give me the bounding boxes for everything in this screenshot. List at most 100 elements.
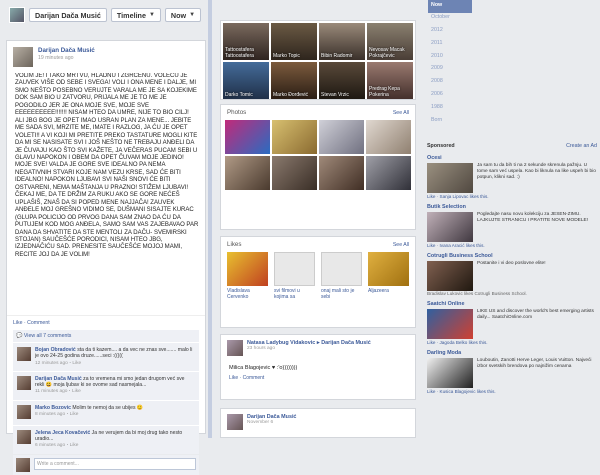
page-icon (321, 252, 362, 286)
friend-tile[interactable]: Predrag Kepa Pokerina (367, 62, 413, 99)
commenter-name[interactable]: Jelena Jeca Kovačević (35, 430, 90, 436)
profile-name-button[interactable]: Darijan Dača Musić (29, 8, 107, 22)
friend-tile[interactable]: Marko Topic (271, 23, 317, 60)
comment-like[interactable]: Like (70, 443, 79, 448)
photo-thumb[interactable] (366, 120, 411, 154)
photo-thumb[interactable] (225, 120, 270, 154)
like-link[interactable]: Like (13, 320, 23, 326)
ad-image[interactable] (427, 163, 473, 193)
view-all-label: View all 7 comments (23, 333, 72, 339)
likes-see-all[interactable]: See All (393, 242, 409, 248)
like-name: Aljazeera (368, 288, 389, 294)
photos-box: Photos See All (220, 104, 416, 230)
ad-item[interactable]: Saatchi Online LIKE US and discover the … (424, 298, 600, 347)
ad-image[interactable] (427, 358, 473, 388)
friend-tile[interactable]: Tattoostafera Tattoostafera (223, 23, 269, 60)
comment-like[interactable]: Like (70, 412, 79, 417)
friend-tile[interactable]: Darko Tomic (223, 62, 269, 99)
post-target[interactable]: Darijan Dača Musić (321, 340, 370, 346)
ad-item[interactable]: Butik Selection Pogledajte nasu novu kol… (424, 201, 600, 250)
ad-item[interactable]: Ocesi Ja sam tu da bih ti na 2 sekunde s… (424, 152, 600, 201)
photos-see-all[interactable]: See All (393, 110, 409, 116)
commenter-avatar[interactable] (17, 429, 31, 444)
comment-time[interactable]: 11 minutes ago (35, 389, 67, 394)
comment-time[interactable]: 8 minutes ago (35, 412, 65, 417)
ad-image[interactable] (427, 212, 473, 242)
ad-item[interactable]: Cotrugli Business School Postanite i vi … (424, 250, 600, 298)
ad-like[interactable]: Like · Jagoda Belko likes this. (427, 340, 597, 345)
timeline-dropdown[interactable]: Timeline ▼ (110, 8, 161, 22)
timeline-year[interactable]: October (428, 13, 472, 26)
comment-time[interactable]: 12 minutes ago (35, 361, 68, 366)
timeline-year[interactable]: Born (428, 115, 472, 128)
ad-title[interactable]: Darling Moda (427, 350, 597, 356)
timeline-year[interactable]: 2008 (428, 77, 472, 90)
sponsored-label: Sponsored (427, 143, 455, 149)
like-thumb (368, 252, 409, 286)
commenter-name[interactable]: Bojan Obradović (35, 347, 76, 353)
comment-like[interactable]: Like (72, 361, 81, 366)
avatar[interactable] (13, 47, 33, 67)
avatar[interactable] (227, 414, 243, 430)
like-item[interactable]: svi filmovi u kojima sa (274, 252, 315, 300)
wall-post: Natasa Ladybug Vidakovic ▸ Darijan Dača … (220, 334, 416, 400)
friend-name: Predrag Kepa Pokerina (369, 86, 400, 98)
timeline-year[interactable]: 2009 (428, 64, 472, 77)
create-ad-link[interactable]: Create an Ad (566, 143, 597, 149)
comment-link[interactable]: Comment (243, 375, 265, 381)
post-time[interactable]: 23 hours ago (247, 346, 371, 351)
photo-thumb[interactable] (366, 156, 411, 190)
commenter-name[interactable]: Marko Bozovic (35, 405, 71, 411)
timeline-year[interactable]: 2011 (428, 38, 472, 51)
friend-tile[interactable]: Marko Đorđević (271, 62, 317, 99)
photo-thumb[interactable] (225, 156, 270, 190)
like-item[interactable]: Vladislava Cervenko (227, 252, 268, 300)
photo-thumb[interactable] (272, 120, 317, 154)
profile-thumbnail[interactable] (9, 7, 25, 23)
timeline-year[interactable]: 2010 (428, 51, 472, 64)
commenter-avatar[interactable] (17, 347, 31, 361)
comment-link[interactable]: Comment (27, 320, 50, 326)
avatar[interactable] (227, 340, 243, 356)
timeline-year-now[interactable]: Now (428, 0, 472, 13)
like-item[interactable]: onaj mali sto je sebi (321, 252, 362, 300)
view-all-comments[interactable]: 💬 View all 7 comments (13, 330, 199, 342)
post-time[interactable]: November 6 (247, 420, 296, 425)
comment-time[interactable]: 6 minutes ago (35, 443, 65, 448)
timeline-year[interactable]: 2012 (428, 26, 472, 39)
friend-tile[interactable]: Nevosav Macak Pokrajčevic (367, 23, 413, 60)
like-link[interactable]: Like (229, 375, 238, 381)
timeline-year[interactable]: 1988 (428, 102, 472, 115)
ad-text: Pogledajte nasu novu kolekciju za JESEN-… (477, 212, 589, 223)
ad-title[interactable]: Butik Selection (427, 204, 597, 210)
ad-title[interactable]: Cotrugli Business School (427, 253, 597, 259)
like-thumb (227, 252, 268, 286)
ad-like[interactable]: Bradislav Lukovic likes Cotrugli Busines… (427, 291, 597, 296)
photo-thumb[interactable] (319, 120, 364, 154)
ad-like[interactable]: Like · Sanja Lipovac likes this. (427, 194, 597, 199)
ad-item[interactable]: Darling Moda Louboutin, Zanotti Herve Le… (424, 347, 600, 396)
post-time[interactable]: 19 minutes ago (38, 55, 95, 61)
post-author[interactable]: Darijan Dača Musić (38, 47, 95, 54)
comment-input[interactable]: Write a comment... (34, 457, 196, 470)
now-dropdown[interactable]: Now ▼ (164, 8, 202, 22)
timeline-year[interactable]: 2006 (428, 90, 472, 103)
likes-title[interactable]: Likes (227, 241, 241, 248)
ad-like[interactable]: Like · Kusica Blagojevic likes this. (427, 389, 597, 394)
photo-thumb[interactable] (319, 156, 364, 190)
commenter-name[interactable]: Darijan Dača Musić (35, 376, 82, 382)
ad-image[interactable] (427, 309, 473, 339)
ad-image[interactable] (427, 261, 473, 291)
commenter-avatar[interactable] (17, 404, 31, 419)
friend-name: Nevosav Macak Pokrajčevic (369, 47, 405, 59)
photo-thumb[interactable] (272, 156, 317, 190)
like-item[interactable]: Aljazeera (368, 252, 409, 300)
ad-title[interactable]: Saatchi Online (427, 301, 597, 307)
friend-tile[interactable]: Bibin Radomir (319, 23, 365, 60)
comment-like[interactable]: Like (72, 389, 81, 394)
photos-title[interactable]: Photos (227, 109, 246, 116)
ad-like[interactable]: Like · Ivana Aracić likes this. (427, 243, 597, 248)
ad-title[interactable]: Ocesi (427, 155, 597, 161)
commenter-avatar[interactable] (17, 375, 31, 390)
friend-tile[interactable]: Stevan Vrzic (319, 62, 365, 99)
